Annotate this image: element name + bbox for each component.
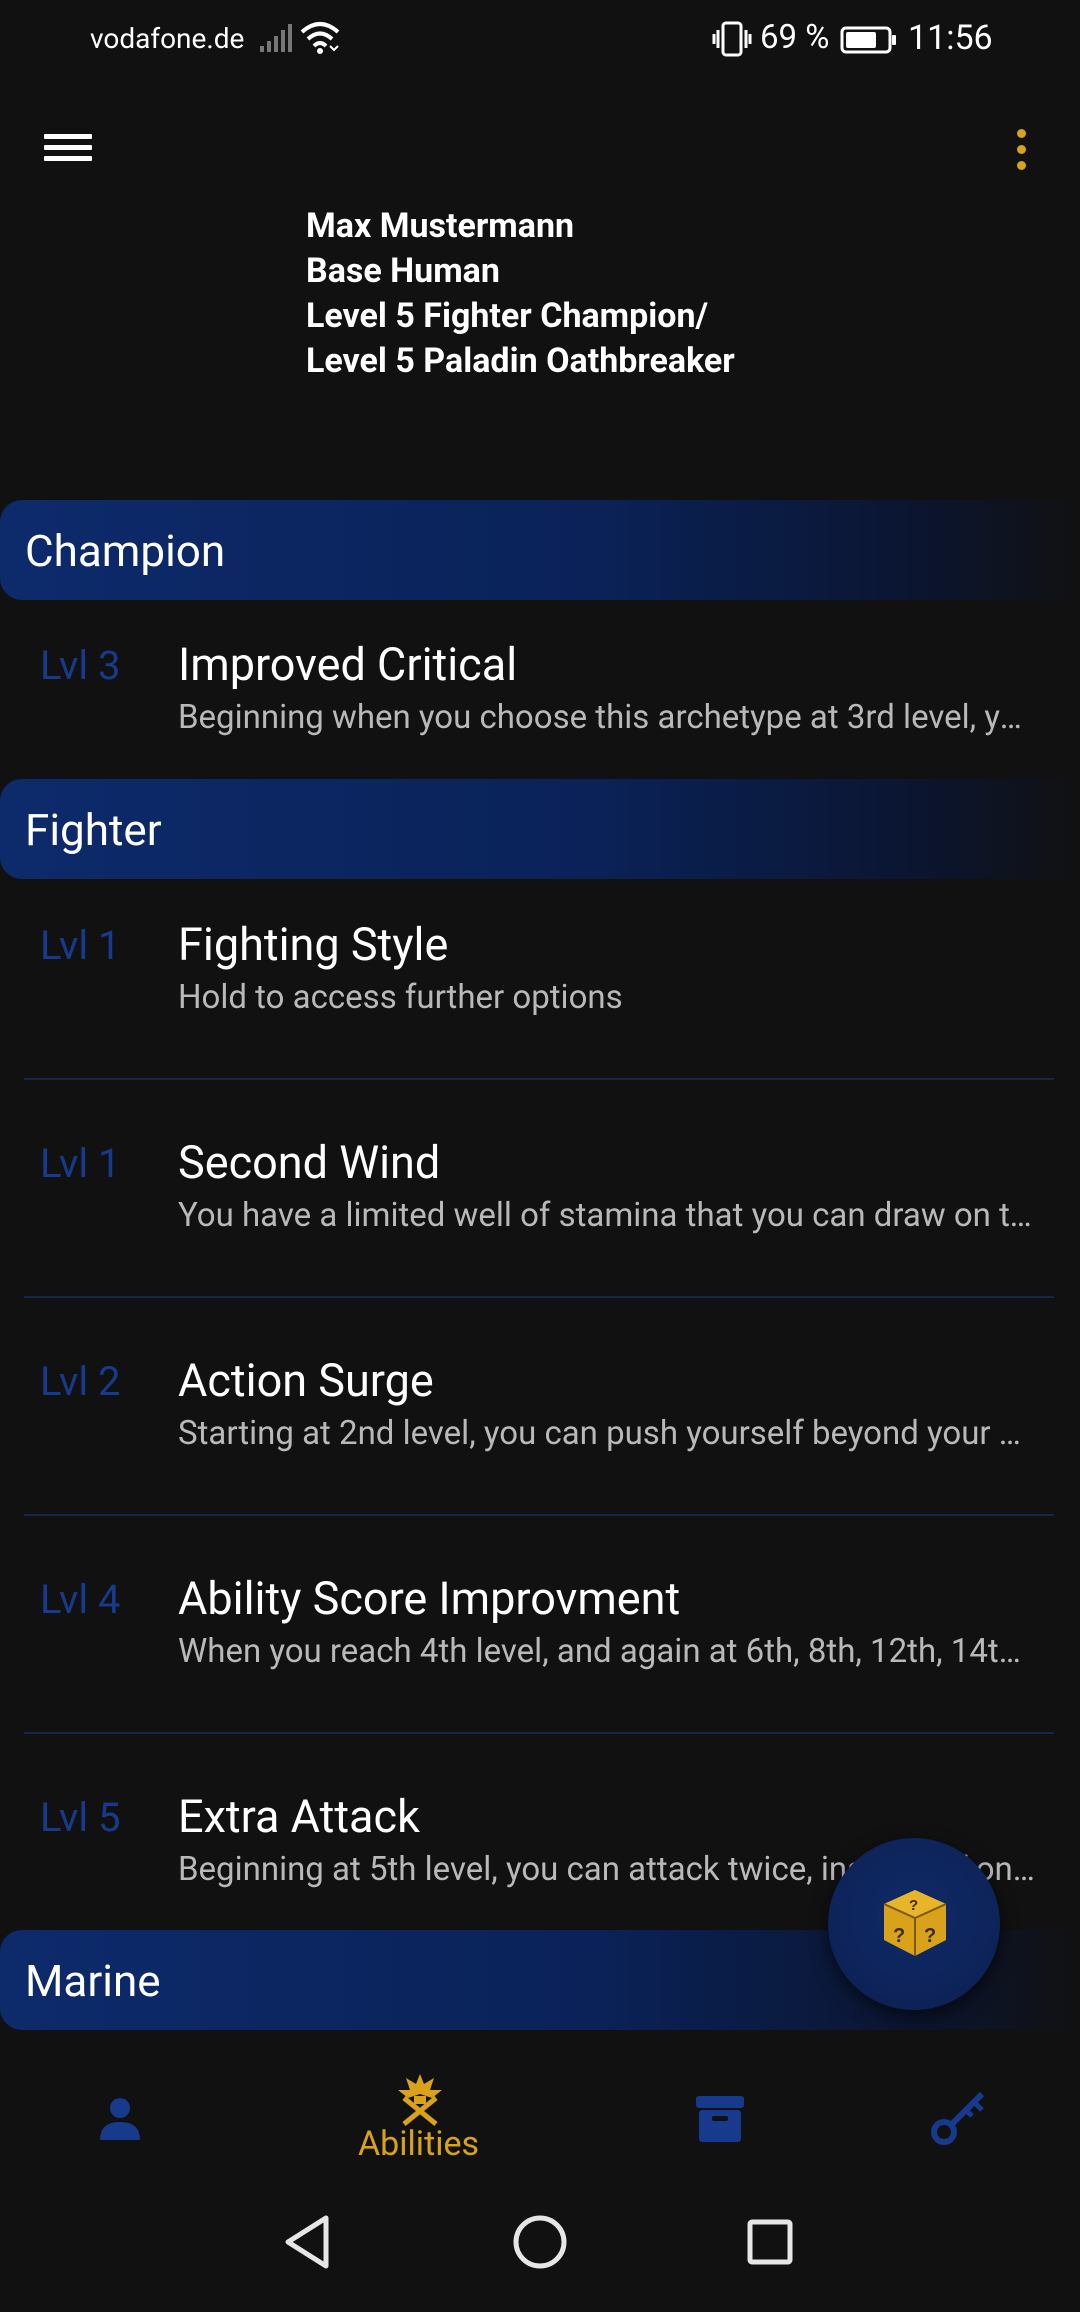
section-header-fighter[interactable]: Fighter (0, 779, 1080, 879)
ability-name: Extra Attack (178, 1790, 420, 1843)
recents-square-icon[interactable] (738, 2210, 802, 2274)
ability-row-second-wind[interactable]: Lvl 1 Second Wind You have a limited wel… (0, 1118, 1080, 1296)
ability-description: Starting at 2nd level, you can push your… (178, 1414, 1038, 1453)
ability-row-action-surge[interactable]: Lvl 2 Action Surge Starting at 2nd level… (0, 1336, 1080, 1514)
ability-level: Lvl 4 (40, 1576, 121, 1623)
back-triangle-icon[interactable] (278, 2210, 342, 2274)
character-class-line-2: Level 5 Paladin Oathbreaker (306, 341, 735, 381)
ability-level: Lvl 1 (40, 922, 121, 969)
ability-row-improved-critical[interactable]: Lvl 3 Improved Critical Beginning when y… (0, 620, 1080, 770)
hamburger-menu-icon[interactable] (40, 128, 96, 174)
ability-level: Lvl 2 (40, 1358, 121, 1405)
clock: 11:56 (908, 18, 993, 58)
more-vertical-icon[interactable] (1006, 124, 1036, 174)
ability-name: Action Surge (178, 1354, 434, 1407)
character-race: Base Human (306, 251, 500, 291)
section-title: Champion (25, 525, 226, 577)
status-bar: vodafone.de 69 % 11:56 (0, 0, 1080, 80)
section-header-champion[interactable]: Champion (0, 500, 1080, 600)
nav-inventory[interactable] (660, 2032, 780, 2182)
wifi-icon (300, 22, 340, 54)
section-title: Fighter (25, 804, 162, 856)
svg-text:?: ? (924, 1925, 936, 1947)
divider (24, 1514, 1054, 1516)
inventory-box-icon (696, 2096, 744, 2142)
ability-name: Improved Critical (178, 638, 518, 691)
battery-percent: 69 % (760, 18, 830, 57)
nav-label-abilities: Abilities (358, 2124, 480, 2164)
svg-text:?: ? (893, 1925, 905, 1947)
divider (24, 1296, 1054, 1298)
screen: vodafone.de 69 % 11:56 Max Mustermann Ba… (0, 0, 1080, 2312)
nav-abilities[interactable]: Abilities (340, 2032, 500, 2182)
section-title: Marine (25, 1955, 161, 2007)
ability-description: When you reach 4th level, and again at 6… (178, 1632, 1038, 1671)
mystery-dice-icon: ? ? ? (883, 1890, 947, 1956)
character-class-line-1: Level 5 Fighter Champion/ (306, 296, 709, 336)
ability-name: Second Wind (178, 1136, 441, 1189)
roll-dice-button[interactable]: ? ? ? (828, 1838, 1000, 2010)
divider (24, 1732, 1054, 1734)
svg-text:?: ? (909, 1897, 918, 1914)
character-info: Max Mustermann Base Human Level 5 Fighte… (306, 204, 735, 384)
key-icon (931, 2091, 985, 2145)
character-name: Max Mustermann (306, 206, 575, 246)
person-icon (100, 2098, 140, 2140)
home-circle-icon[interactable] (508, 2210, 572, 2274)
battery-icon (840, 26, 896, 54)
system-navigation-bar (0, 2182, 1080, 2312)
carrier-label: vodafone.de (90, 22, 245, 55)
divider (24, 1078, 1054, 1080)
ability-name: Ability Score Improvment (178, 1572, 681, 1625)
ability-level: Lvl 3 (40, 642, 121, 689)
nav-key[interactable] (900, 2032, 1020, 2182)
ability-row-ability-score-improvement[interactable]: Lvl 4 Ability Score Improvment When you … (0, 1554, 1080, 1732)
ability-description: Beginning when you choose this archetype… (178, 698, 1038, 737)
abilities-emblem-icon (398, 2074, 442, 2126)
vibrate-icon (712, 21, 752, 57)
ability-name: Fighting Style (178, 918, 449, 971)
nav-character[interactable] (60, 2032, 180, 2182)
ability-level: Lvl 5 (40, 1794, 121, 1841)
signal-icon (260, 24, 292, 52)
ability-row-fighting-style[interactable]: Lvl 1 Fighting Style Hold to access furt… (0, 900, 1080, 1078)
ability-level: Lvl 1 (40, 1140, 121, 1187)
ability-description: You have a limited well of stamina that … (178, 1196, 1038, 1235)
ability-description: Hold to access further options (178, 978, 623, 1017)
bottom-navigation: Abilities (0, 2032, 1080, 2182)
